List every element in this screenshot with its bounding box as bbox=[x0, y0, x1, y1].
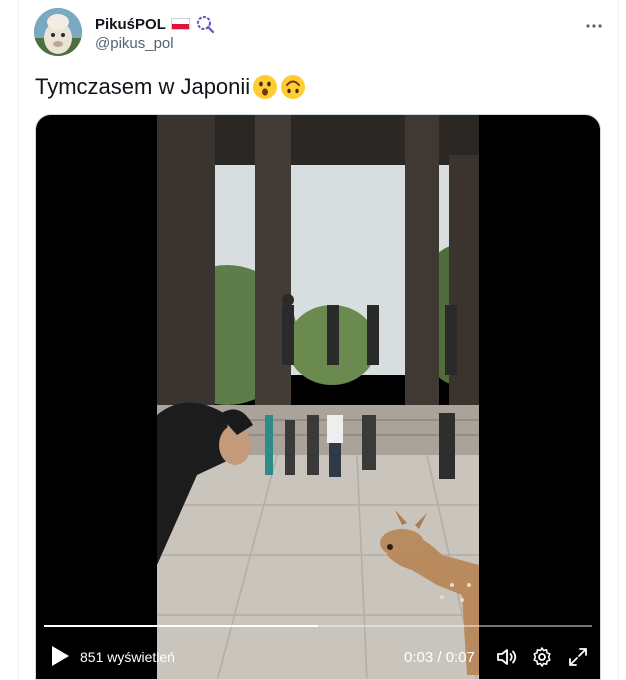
more-horizontal-icon[interactable] bbox=[580, 12, 608, 40]
poland-flag-icon bbox=[170, 18, 190, 30]
name-row: PikuśPOL bbox=[95, 14, 215, 34]
tweet-header: PikuśPOL @pikus_pol bbox=[34, 8, 606, 60]
author-handle[interactable]: @pikus_pol bbox=[95, 35, 174, 52]
fullscreen-icon[interactable] bbox=[566, 645, 590, 669]
tweet-text: Tymczasem w Japonii bbox=[35, 74, 306, 100]
hushed-face-emoji-icon bbox=[253, 75, 278, 99]
avatar[interactable] bbox=[34, 8, 82, 56]
page-divider-right bbox=[618, 0, 619, 680]
video-player[interactable]: 851 wyświetleń 0:03 / 0:07 bbox=[35, 114, 601, 680]
video-time: 0:03 / 0:07 bbox=[404, 649, 475, 666]
volume-icon[interactable] bbox=[495, 645, 519, 669]
video-progress-fill bbox=[44, 625, 318, 627]
upside-down-face-emoji-icon bbox=[281, 75, 306, 99]
display-name[interactable]: PikuśPOL bbox=[95, 16, 166, 33]
view-count: 851 wyświetleń bbox=[80, 649, 175, 665]
video-controls: 851 wyświetleń 0:03 / 0:07 bbox=[36, 637, 600, 677]
play-icon[interactable] bbox=[50, 645, 70, 667]
gear-icon[interactable] bbox=[530, 645, 554, 669]
tweet-text-content: Tymczasem w Japonii bbox=[35, 74, 251, 99]
page-divider-left bbox=[18, 0, 19, 680]
video-frame bbox=[157, 115, 479, 679]
video-progress-track[interactable] bbox=[44, 625, 592, 627]
verified-badge-icon[interactable] bbox=[195, 14, 215, 34]
